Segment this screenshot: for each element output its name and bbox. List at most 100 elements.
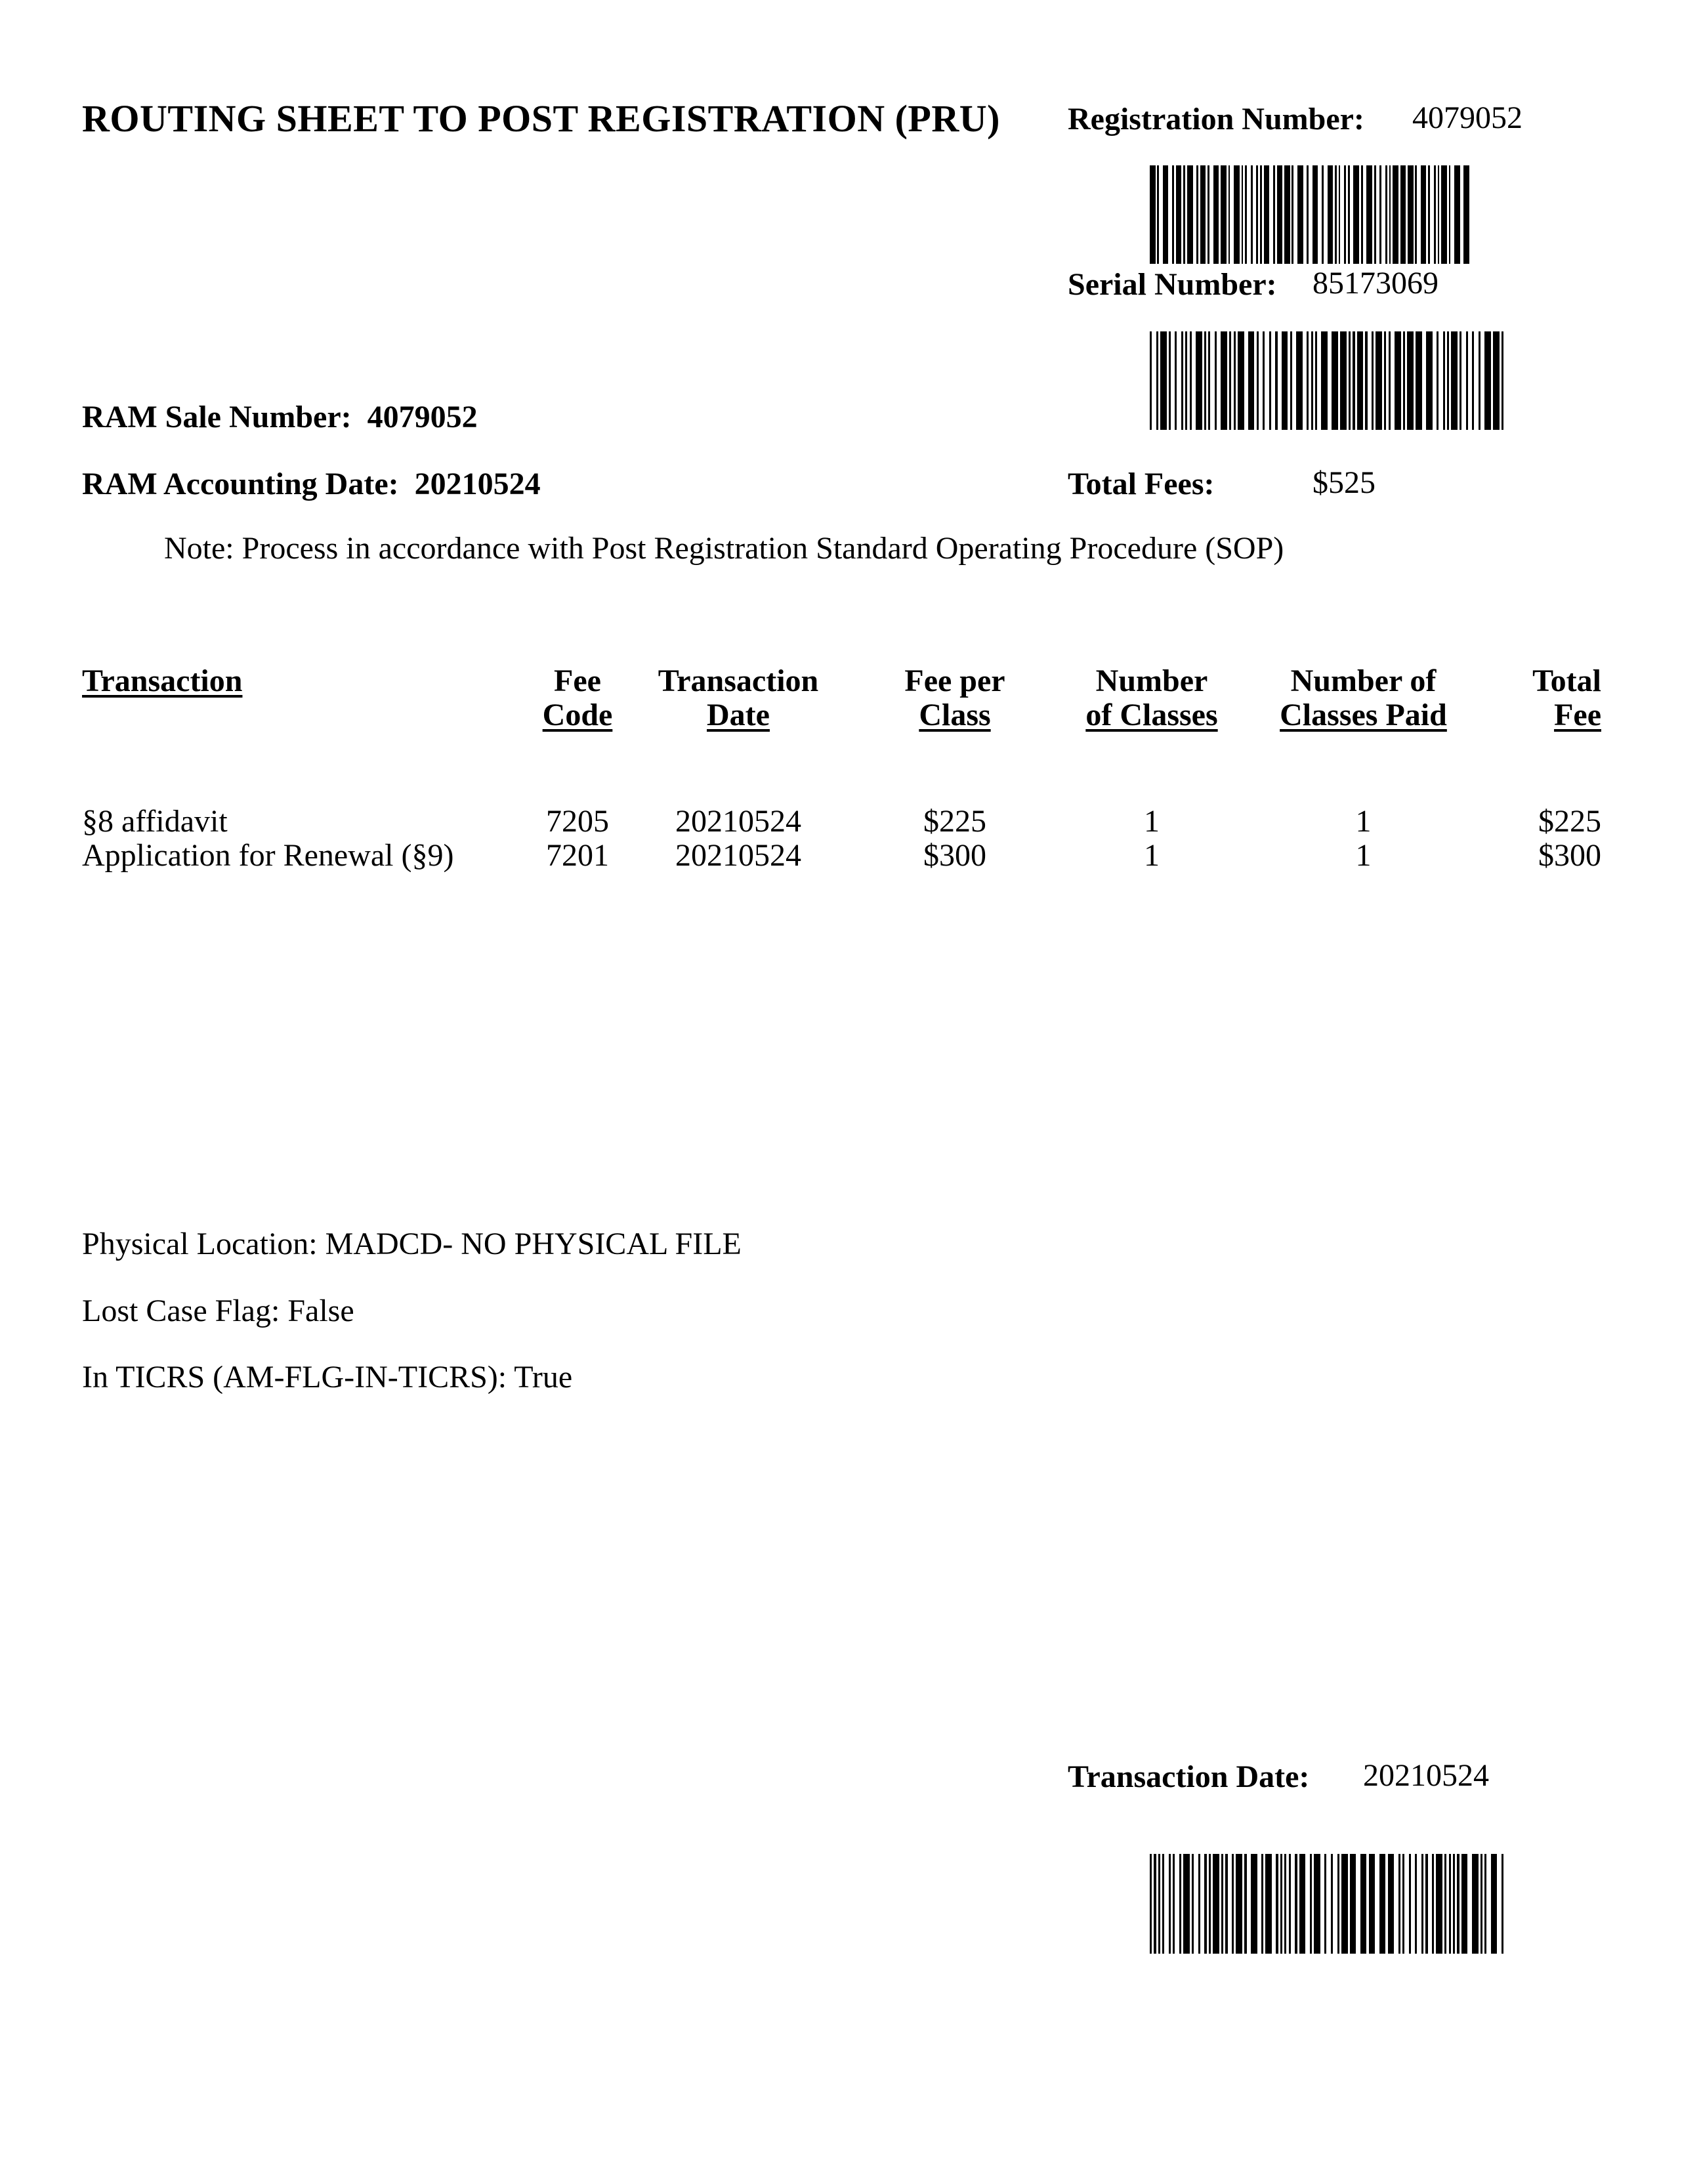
barcode-bar: [1265, 1854, 1272, 1954]
header-transaction: Transaction: [82, 663, 243, 698]
barcode-bar: [1341, 1854, 1348, 1954]
lost-case-flag: Lost Case Flag: False: [82, 1293, 354, 1328]
barcode-bar: [1332, 331, 1339, 430]
transaction-table: Transaction Fee Code Transaction Date Fee …: [82, 664, 1601, 873]
ram-accounting-date-label: RAM Accounting Date:: [82, 467, 399, 501]
ram-accounting-date: RAM Accounting Date: 20210524: [82, 469, 541, 500]
header-fee-code: Fee Code: [542, 663, 613, 732]
barcode-bar: [1395, 331, 1401, 430]
barcode-bar: [1387, 1854, 1395, 1954]
barcode-bar: [1379, 1854, 1386, 1954]
barcode-bar: [1349, 1854, 1356, 1954]
barcode-bar: [1493, 331, 1500, 430]
barcode-bar: [1221, 331, 1227, 430]
total-fees-label: Total Fees:: [1068, 467, 1215, 501]
barcode-bar: [1490, 1854, 1498, 1954]
barcode-bar: [1281, 331, 1288, 430]
page-title: ROUTING SHEET TO POST REGISTRATION (PRU): [82, 97, 1000, 140]
barcode-bar: [1420, 165, 1427, 264]
cell-fee-code: 7205: [546, 804, 609, 839]
barcode-bar: [1237, 331, 1244, 430]
barcode-bar: [1501, 1854, 1504, 1954]
barcode-bar: [1416, 331, 1422, 430]
transaction-date-barcode: [1150, 1854, 1504, 1954]
total-fees-value: $525: [1312, 465, 1376, 500]
header-number-of-classes-paid: Number of Classes Paid: [1280, 663, 1447, 732]
barcode-bar: [1183, 1854, 1190, 1954]
barcode-bar: [1407, 331, 1414, 430]
ram-sale-number-value: 4079052: [367, 400, 478, 434]
cell-number-of-classes: 1: [1144, 838, 1160, 873]
barcode-bar: [1321, 331, 1328, 430]
in-ticrs-flag: In TICRS (AM-FLG-IN-TICRS): True: [82, 1360, 573, 1395]
barcode-bar: [1408, 165, 1414, 264]
barcode-bar: [1356, 331, 1364, 430]
barcode-bar: [1471, 1854, 1479, 1954]
barcode-bar: [1213, 1854, 1219, 1954]
table-row: Application for Renewal (§9) 7201 202105…: [82, 839, 1601, 873]
barcode-bar: [1312, 165, 1318, 264]
header-transaction-date: Transaction Date: [658, 663, 819, 732]
barcode-bar: [1368, 1854, 1376, 1954]
barcode-bar: [1436, 1854, 1442, 1954]
barcode-bar: [1200, 165, 1206, 264]
header-fee-per-class: Fee per Class: [904, 663, 1005, 732]
barcode-bar: [1284, 165, 1290, 264]
barcode-bar: [1360, 1854, 1367, 1954]
barcode-bar: [1221, 165, 1227, 264]
cell-number-of-classes: 1: [1144, 804, 1160, 839]
barcode-bar: [1461, 1854, 1468, 1954]
barcode-bar: [1160, 331, 1167, 430]
barcode-bar: [1393, 165, 1398, 264]
barcode-bar: [1196, 331, 1202, 430]
barcode-bar: [1263, 165, 1270, 264]
barcode-bar: [1451, 331, 1458, 430]
barcode-bar: [1276, 165, 1283, 264]
registration-barcode: [1150, 165, 1470, 264]
ram-accounting-date-value: 20210524: [414, 467, 541, 501]
barcode-bar: [1463, 165, 1469, 264]
barcode-bar: [1236, 1854, 1243, 1954]
barcode-bar: [1162, 165, 1169, 264]
cell-transaction: §8 affidavit: [82, 804, 228, 839]
ram-sale-number-label: RAM Sale Number:: [82, 400, 352, 434]
cell-total-fee: $300: [1538, 838, 1601, 873]
barcode-bar: [1299, 1854, 1306, 1954]
footer-transaction-date-label: Transaction Date:: [1068, 1759, 1310, 1794]
table-header-row: Transaction Fee Code Transaction Date Fee …: [82, 664, 1601, 732]
barcode-bar: [1248, 331, 1255, 430]
table-row: §8 affidavit 7205 20210524 $225 1 1 $225: [82, 805, 1601, 839]
barcode-bar: [1234, 165, 1240, 264]
barcode-bar: [1400, 165, 1406, 264]
barcode-bar: [1213, 165, 1219, 264]
barcode-bar: [1297, 165, 1303, 264]
header-total-fee: Total Fee: [1532, 663, 1601, 732]
cell-fee-per-class: $300: [923, 838, 986, 873]
barcode-bar: [1376, 331, 1382, 430]
barcode-bar: [1340, 331, 1347, 430]
cell-number-of-classes-paid: 1: [1355, 804, 1372, 839]
cell-transaction-date: 20210524: [675, 838, 801, 873]
registration-number-value: 4079052: [1412, 100, 1522, 135]
registration-number-label: Registration Number:: [1068, 102, 1364, 136]
cell-transaction-date: 20210524: [675, 804, 801, 839]
serial-number-label: Serial Number:: [1068, 267, 1277, 302]
cell-transaction: Application for Renewal (§9): [82, 838, 454, 873]
barcode-bar: [1366, 165, 1372, 264]
barcode-bar: [1454, 165, 1460, 264]
cell-total-fee: $225: [1538, 804, 1601, 839]
barcode-bar: [1501, 331, 1503, 430]
barcode-bar: [1296, 331, 1303, 430]
barcode-bar: [1150, 165, 1156, 264]
barcode-bar: [1314, 1854, 1320, 1954]
footer-transaction-date-value: 20210524: [1363, 1758, 1489, 1793]
physical-location: Physical Location: MADCD- NO PHYSICAL FI…: [82, 1227, 742, 1261]
cell-fee-code: 7201: [546, 838, 609, 873]
barcode-bar: [1441, 165, 1447, 264]
barcode-bar: [1484, 331, 1491, 430]
cell-number-of-classes-paid: 1: [1355, 838, 1372, 873]
serial-number-value: 85173069: [1312, 266, 1438, 301]
barcode-bar: [1327, 165, 1334, 264]
barcode-bar: [1353, 165, 1359, 264]
barcode-bar: [1186, 165, 1193, 264]
